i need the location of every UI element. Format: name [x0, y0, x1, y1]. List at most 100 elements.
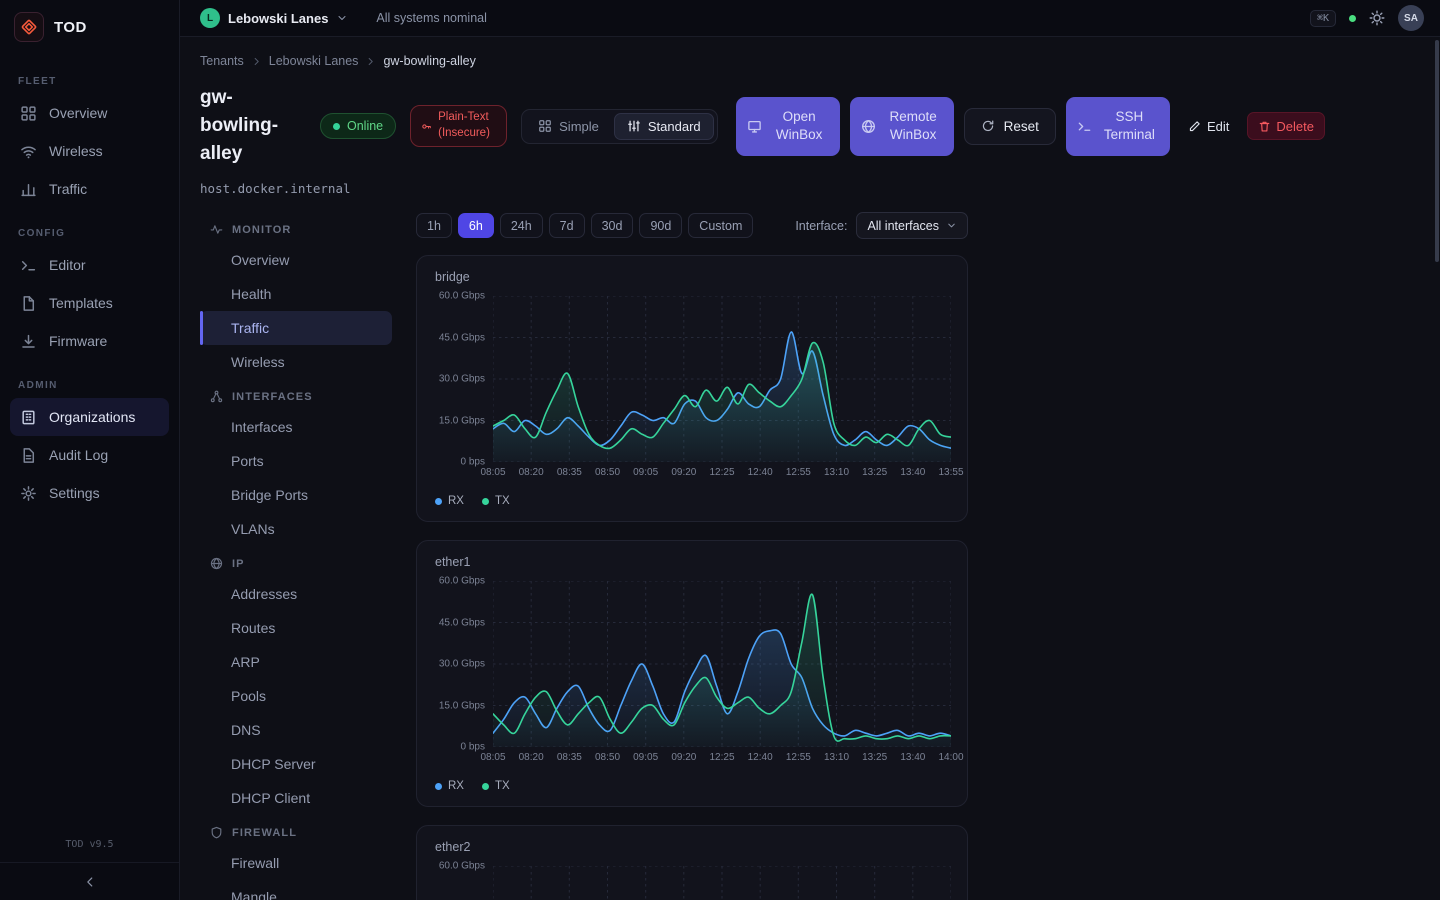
range-90d[interactable]: 90d	[639, 213, 682, 238]
interface-filter: Interface: All interfaces	[795, 212, 968, 239]
bar-chart-icon	[20, 181, 37, 198]
command-palette-shortcut[interactable]: ⌘K	[1310, 10, 1336, 27]
subnav-item-label: Ports	[231, 453, 264, 469]
wifi-icon	[20, 143, 37, 160]
sliders-icon	[627, 119, 641, 133]
range-1h[interactable]: 1h	[416, 213, 452, 238]
insecure-badge: Plain-Text (Insecure)	[410, 105, 507, 146]
sidebar-item-firmware[interactable]: Firmware	[10, 322, 169, 360]
breadcrumb: TenantsLebowski Lanesgw-bowling-alley	[200, 37, 1440, 68]
sidebar-item-settings[interactable]: Settings	[10, 474, 169, 512]
sidebar-section-config: CONFIGEditorTemplatesFirmware	[10, 228, 169, 360]
subnav-item-wireless[interactable]: Wireless	[200, 345, 392, 379]
subnav-item-pools[interactable]: Pools	[200, 679, 392, 713]
subnav-item-addresses[interactable]: Addresses	[200, 577, 392, 611]
legend-item-tx: TX	[482, 495, 510, 507]
breadcrumb-item-lebowski-lanes[interactable]: Lebowski Lanes	[269, 54, 359, 68]
sidebar-item-label: Settings	[49, 485, 100, 501]
theme-toggle-button	[1369, 10, 1385, 26]
subnav-item-health[interactable]: Health	[200, 277, 392, 311]
subnav-item-interfaces[interactable]: Interfaces	[200, 410, 392, 444]
globe-icon	[861, 119, 876, 134]
tenant-switcher[interactable]: L Lebowski Lanes	[200, 8, 348, 28]
activity-icon	[210, 223, 223, 236]
y-axis-tick: 60.0 Gbps	[433, 291, 485, 302]
app-root: TOD FLEETOverviewWirelessTrafficCONFIGEd…	[0, 0, 1440, 900]
subnav-item-firewall[interactable]: Firewall	[200, 846, 392, 880]
chevron-right-icon	[365, 56, 376, 67]
subnav-item-overview[interactable]: Overview	[200, 243, 392, 277]
open-winbox-button[interactable]: Open WinBox	[736, 97, 840, 156]
logo-text: TOD	[54, 19, 87, 36]
scrollbar-thumb[interactable]	[1435, 40, 1439, 262]
sidebar-item-editor[interactable]: Editor	[10, 246, 169, 284]
sidebar-item-templates[interactable]: Templates	[10, 284, 169, 322]
ssh-terminal-button[interactable]: SSH Terminal	[1066, 97, 1170, 156]
subnav-item-traffic[interactable]: Traffic	[200, 311, 392, 345]
legend-dot-icon	[482, 498, 489, 505]
x-axis-tick: 08:05	[480, 752, 505, 763]
legend-label: TX	[495, 780, 510, 792]
y-axis-tick: 15.0 Gbps	[433, 700, 485, 711]
edit-button[interactable]: Edit	[1180, 112, 1237, 140]
subnav-item-dhcp-client[interactable]: DHCP Client	[200, 781, 392, 815]
range-6h[interactable]: 6h	[458, 213, 494, 238]
device-subnav: MONITOROverviewHealthTrafficWirelessINTE…	[200, 212, 392, 900]
share-icon	[210, 390, 223, 403]
device-actions: Open WinBox Remote WinBox Reset SSH Termina…	[736, 97, 1325, 156]
y-axis-tick: 0 bps	[433, 457, 485, 468]
sidebar-item-organizations[interactable]: Organizations	[10, 398, 169, 436]
key-icon	[421, 121, 432, 132]
sidebar-item-audit-log[interactable]: Audit Log	[10, 436, 169, 474]
subnav-item-label: Pools	[231, 688, 266, 704]
subnav-item-ports[interactable]: Ports	[200, 444, 392, 478]
remote-winbox-button[interactable]: Remote WinBox	[850, 97, 954, 156]
status-badge-label: Online	[347, 119, 383, 133]
view-mode-toggle: SimpleStandard	[521, 109, 718, 144]
range-custom[interactable]: Custom	[688, 213, 753, 238]
x-axis-tick: 14:00	[938, 752, 963, 763]
y-axis-tick: 30.0 Gbps	[433, 659, 485, 670]
x-axis-tick: 09:05	[633, 467, 658, 478]
body-row: MONITOROverviewHealthTrafficWirelessINTE…	[200, 212, 1440, 900]
subnav-section-label: FIREWALL	[232, 827, 297, 839]
chart-card-bridge: bridge60.0 Gbps45.0 Gbps30.0 Gbps15.0 Gb…	[416, 255, 968, 522]
subnav-item-dns[interactable]: DNS	[200, 713, 392, 747]
sidebar-nav: FLEETOverviewWirelessTrafficCONFIGEditor…	[0, 56, 179, 831]
x-axis-tick: 09:20	[671, 752, 696, 763]
x-axis-tick: 13:25	[862, 467, 887, 478]
breadcrumb-item-tenants[interactable]: Tenants	[200, 54, 244, 68]
file-text-icon	[20, 447, 37, 464]
file-icon	[20, 295, 37, 312]
chart-legend: RXTX	[435, 780, 951, 792]
subnav-item-mangle[interactable]: Mangle	[200, 880, 392, 900]
sidebar-item-wireless[interactable]: Wireless	[10, 132, 169, 170]
subnav-item-label: DHCP Server	[231, 756, 316, 772]
range-30d[interactable]: 30d	[591, 213, 634, 238]
sidebar-item-traffic[interactable]: Traffic	[10, 170, 169, 208]
interface-select[interactable]: All interfaces	[856, 212, 968, 239]
delete-button[interactable]: Delete	[1247, 112, 1325, 140]
legend-dot-icon	[482, 783, 489, 790]
subnav-item-arp[interactable]: ARP	[200, 645, 392, 679]
subnav-item-vlans[interactable]: VLANs	[200, 512, 392, 546]
x-axis-tick: 08:50	[595, 752, 620, 763]
reset-button[interactable]: Reset	[964, 108, 1056, 145]
subnav-item-dhcp-server[interactable]: DHCP Server	[200, 747, 392, 781]
subnav-item-routes[interactable]: Routes	[200, 611, 392, 645]
app-logo[interactable]: TOD	[0, 0, 179, 56]
range-24h[interactable]: 24h	[500, 213, 543, 238]
grid-icon	[538, 119, 552, 133]
user-avatar[interactable]: SA	[1398, 5, 1424, 31]
view-mode-standard[interactable]: Standard	[614, 113, 714, 140]
legend-label: RX	[448, 495, 464, 507]
sidebar-item-overview[interactable]: Overview	[10, 94, 169, 132]
view-mode-simple[interactable]: Simple	[525, 113, 612, 140]
subnav-section-label: INTERFACES	[232, 391, 313, 403]
app-version: TOD v9.5	[0, 831, 179, 862]
button-label: Remote WinBox	[884, 108, 942, 144]
subnav-item-label: ARP	[231, 654, 260, 670]
subnav-item-bridge-ports[interactable]: Bridge Ports	[200, 478, 392, 512]
range-7d[interactable]: 7d	[549, 213, 585, 238]
sidebar-collapse-button[interactable]	[0, 862, 179, 900]
